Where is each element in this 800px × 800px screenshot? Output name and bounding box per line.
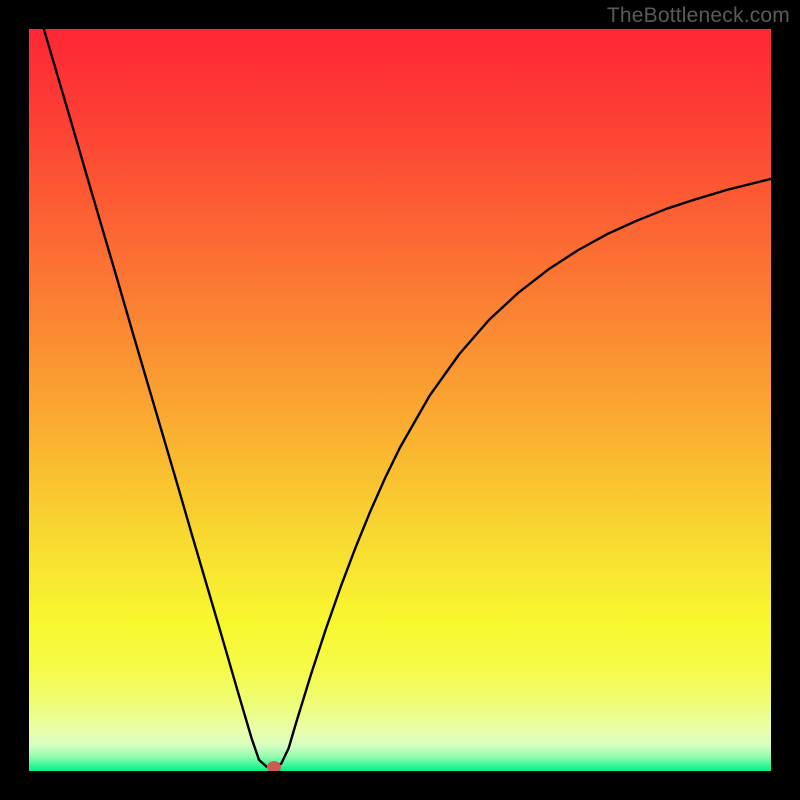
watermark-text: TheBottleneck.com	[607, 4, 790, 28]
chart-frame: TheBottleneck.com	[0, 0, 800, 800]
optimal-point-marker	[267, 761, 281, 771]
plot-area	[29, 29, 771, 771]
bottleneck-curve	[29, 29, 771, 771]
